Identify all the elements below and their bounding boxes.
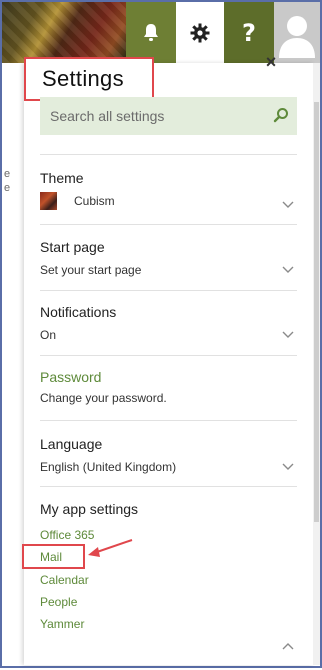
close-button[interactable]: ×: [262, 52, 280, 72]
bell-icon: [144, 23, 158, 41]
account-button[interactable]: [274, 2, 320, 63]
mail-highlight-box: [22, 544, 85, 569]
divider: [40, 420, 297, 421]
help-label: ?: [242, 18, 256, 47]
notifications-value: On: [40, 328, 57, 342]
theme-value: Cubism: [74, 194, 115, 208]
search-input[interactable]: Search all settings: [40, 97, 297, 135]
chevron-down-icon[interactable]: [282, 461, 294, 473]
divider: [40, 224, 297, 225]
theme-label: Theme: [40, 170, 84, 186]
theme-banner: [2, 2, 126, 63]
scrollbar-thumb[interactable]: [314, 102, 319, 522]
divider: [40, 486, 297, 487]
chevron-down-icon[interactable]: [282, 329, 294, 341]
app-link-office-365[interactable]: Office 365: [40, 528, 94, 542]
password-value: Change your password.: [40, 391, 167, 405]
theme-swatch: [40, 192, 57, 210]
search-icon[interactable]: [273, 107, 289, 123]
app-link-people[interactable]: People: [40, 595, 77, 609]
chevron-up-icon[interactable]: [282, 640, 294, 652]
gear-icon: [190, 23, 210, 42]
background-text: e: [4, 168, 11, 180]
search-placeholder: Search all settings: [50, 108, 165, 124]
avatar-icon: [279, 15, 315, 58]
divider: [40, 154, 297, 155]
app-link-calendar[interactable]: Calendar: [40, 573, 89, 587]
start-page-label: Start page: [40, 239, 105, 255]
window-frame: ? e e Settings × Search all settings The…: [0, 0, 322, 668]
close-icon: ×: [265, 52, 277, 72]
notifications-label: Notifications: [40, 304, 117, 320]
settings-title-highlight: Settings: [24, 57, 154, 101]
chevron-down-icon[interactable]: [282, 199, 294, 211]
language-value: English (United Kingdom): [40, 460, 177, 474]
notifications-button[interactable]: [126, 2, 176, 63]
app-settings-heading: My app settings: [40, 501, 139, 517]
divider: [40, 355, 297, 356]
background-text: e: [4, 182, 11, 194]
app-link-yammer[interactable]: Yammer: [40, 617, 84, 631]
page-title: Settings: [42, 66, 124, 91]
language-label: Language: [40, 436, 103, 452]
chevron-down-icon[interactable]: [282, 264, 294, 276]
start-page-value: Set your start page: [40, 263, 142, 277]
divider: [40, 290, 297, 291]
settings-button[interactable]: [176, 2, 224, 63]
password-link[interactable]: Password: [40, 369, 101, 385]
